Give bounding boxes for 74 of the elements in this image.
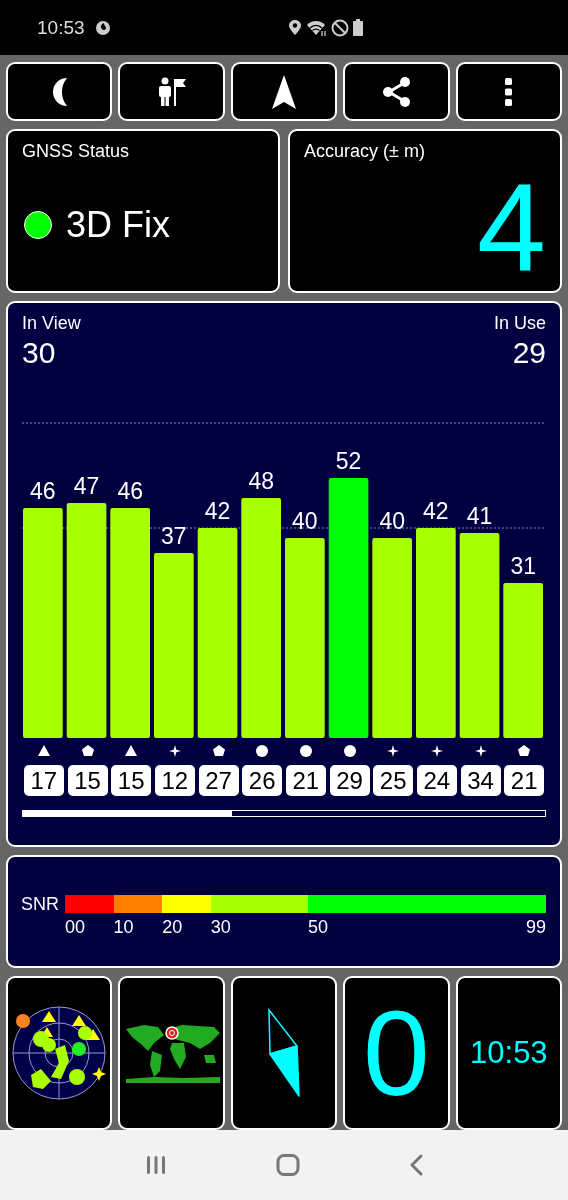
bar-value: 47 [73, 473, 100, 499]
scale-tick: 10 [113, 917, 134, 939]
home-icon[interactable] [276, 1154, 300, 1176]
circle-icon [256, 745, 269, 757]
pentagon-icon [518, 745, 531, 757]
circle-icon [343, 745, 356, 757]
location-pin-icon [288, 19, 302, 36]
bar-value: 40 [292, 508, 318, 534]
card-title: GNSS Status [22, 141, 131, 162]
scale-tick: 00 [65, 917, 86, 939]
scale-tick: 50 [307, 917, 328, 939]
triangle-icon [37, 745, 50, 757]
battery-icon [353, 19, 363, 36]
carrier-icon [94, 19, 111, 36]
scale-tick: 20 [162, 917, 183, 939]
in-use-count: 29 [512, 336, 546, 370]
bar-value: 42 [423, 498, 449, 524]
star-icon [387, 745, 400, 757]
wifi-icon [306, 18, 327, 37]
satellite-id: 25 [373, 765, 414, 796]
satellite-id: 21 [285, 765, 326, 796]
bar-value: 40 [379, 508, 405, 534]
recent-apps-icon[interactable] [144, 1155, 167, 1175]
world-map-tile[interactable] [118, 976, 225, 1130]
scale-tick: 99 [525, 917, 546, 939]
satellite-id: 17 [23, 765, 64, 796]
compass-tile[interactable] [230, 976, 338, 1130]
star-icon [168, 745, 181, 757]
sky-plot-tile[interactable] [6, 976, 113, 1130]
toolbar-button[interactable] [230, 62, 338, 121]
person-with-flag-icon [157, 76, 186, 107]
clock-time: 10:53 [37, 16, 85, 39]
in-use-label: In Use [493, 313, 546, 334]
star-icon [474, 745, 487, 757]
bar-value: 41 [466, 503, 493, 529]
share-icon [381, 76, 411, 107]
satellite-id: 34 [460, 765, 501, 796]
satellite-id: 26 [242, 765, 283, 796]
card-title: Accuracy (± m) [304, 141, 426, 162]
speed-tile[interactable]: 0 [343, 976, 450, 1130]
satellite-id: 29 [329, 765, 370, 796]
in-view-count: 30 [22, 336, 57, 370]
do-not-disturb-icon [331, 18, 349, 37]
triangle-icon [125, 745, 138, 757]
more-options-icon [505, 77, 513, 106]
satellite-id: 27 [198, 765, 239, 796]
toolbar-button[interactable] [343, 62, 450, 121]
bar-value: 46 [30, 478, 56, 504]
navigation-arrow-icon [272, 74, 296, 109]
accuracy-value: 4 [477, 165, 546, 289]
back-icon[interactable] [409, 1154, 424, 1176]
bar-value: 42 [204, 498, 231, 524]
satellite-id: 15 [111, 765, 152, 796]
toolbar-button[interactable] [455, 62, 563, 121]
satellite-id: 21 [504, 765, 545, 796]
toolbar-button[interactable] [6, 62, 113, 121]
satellite-id: 15 [67, 765, 108, 796]
satellite-id: 12 [154, 765, 195, 796]
toolbar-button[interactable] [118, 62, 225, 121]
bar-value: 37 [161, 523, 187, 549]
bar-value: 31 [510, 553, 536, 579]
circle-icon [299, 745, 312, 757]
clock-tile[interactable]: 10:53 [455, 976, 563, 1130]
bar-value: 48 [248, 468, 274, 494]
snr-label: SNR [21, 895, 59, 914]
pentagon-icon [212, 745, 225, 757]
in-view-label: In View [22, 313, 81, 334]
scale-tick: 30 [210, 917, 231, 939]
bar-value: 46 [117, 478, 143, 504]
satellite-id: 24 [416, 765, 457, 796]
star-icon [430, 745, 443, 757]
fix-status: 3D Fix [66, 204, 170, 246]
bar-value: 52 [335, 448, 362, 474]
pentagon-icon [81, 745, 94, 757]
